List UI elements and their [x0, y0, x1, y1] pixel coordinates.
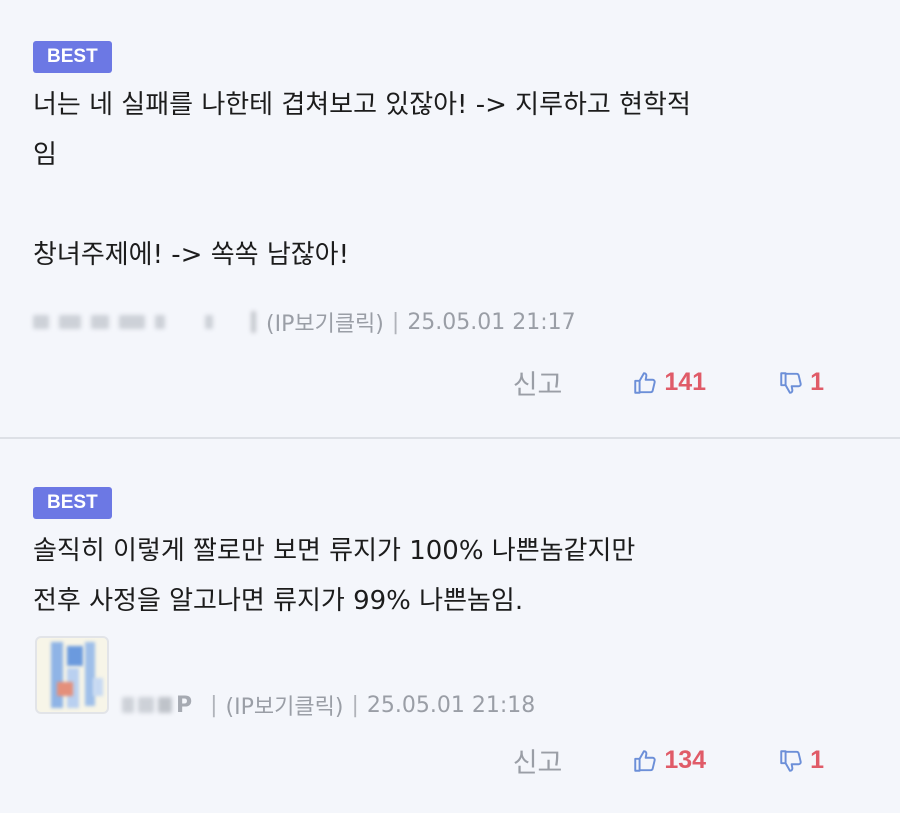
thumbs-down-icon: [780, 371, 802, 394]
report-button[interactable]: 신고: [513, 363, 563, 402]
comment-meta: (IP보기클릭) | 25.05.01 21:17: [33, 306, 576, 338]
like-count: 134: [664, 746, 707, 774]
meta-separator: |: [351, 692, 359, 718]
like-count: 141: [664, 368, 707, 396]
comment-actions: 신고 141 1: [513, 363, 824, 402]
comment-1: BEST 너는 네 실패를 나한테 겹쳐보고 있잖아! -> 지루하고 현학적 …: [0, 0, 900, 437]
best-badge: BEST: [33, 41, 112, 73]
comment-timestamp: 25.05.01 21:18: [366, 692, 536, 718]
comment-2: BEST 솔직히 이렇게 짤로만 보면 류지가 100% 나쁜놈같지만 전후 사…: [0, 437, 900, 813]
best-badge: BEST: [33, 487, 112, 519]
thumbs-up-icon: [634, 371, 657, 394]
thumbs-down-icon: [780, 749, 802, 772]
comment-timestamp: 25.05.01 21:17: [407, 309, 576, 335]
comment-meta: P | (IP보기클릭) | 25.05.01 21:18: [122, 689, 535, 721]
comment-text: 너는 네 실패를 나한테 겹쳐보고 있잖아! -> 지루하고 현학적 임 창녀주…: [33, 90, 691, 270]
dislike-count: 1: [810, 368, 824, 396]
author-name-blurred[interactable]: [33, 311, 256, 333]
meta-separator: |: [391, 309, 400, 335]
report-button[interactable]: 신고: [513, 741, 563, 780]
like-button[interactable]: 134: [632, 746, 706, 775]
avatar[interactable]: [35, 636, 109, 714]
author-name: P: [176, 692, 193, 718]
ip-view-link[interactable]: (IP보기클릭): [226, 689, 344, 721]
dislike-count: 1: [810, 746, 824, 774]
meta-separator: |: [210, 692, 218, 718]
dislike-button[interactable]: 1: [778, 368, 824, 397]
dislike-button[interactable]: 1: [778, 746, 824, 775]
thumbs-up-icon: [634, 749, 657, 772]
like-button[interactable]: 141: [632, 368, 706, 397]
author-name-blurred[interactable]: P: [122, 693, 192, 718]
ip-view-link[interactable]: (IP보기클릭): [266, 306, 384, 338]
comment-text: 솔직히 이렇게 짤로만 보면 류지가 100% 나쁜놈같지만 전후 사정을 알고…: [33, 536, 636, 616]
comment-actions: 신고 134 1: [513, 741, 824, 780]
